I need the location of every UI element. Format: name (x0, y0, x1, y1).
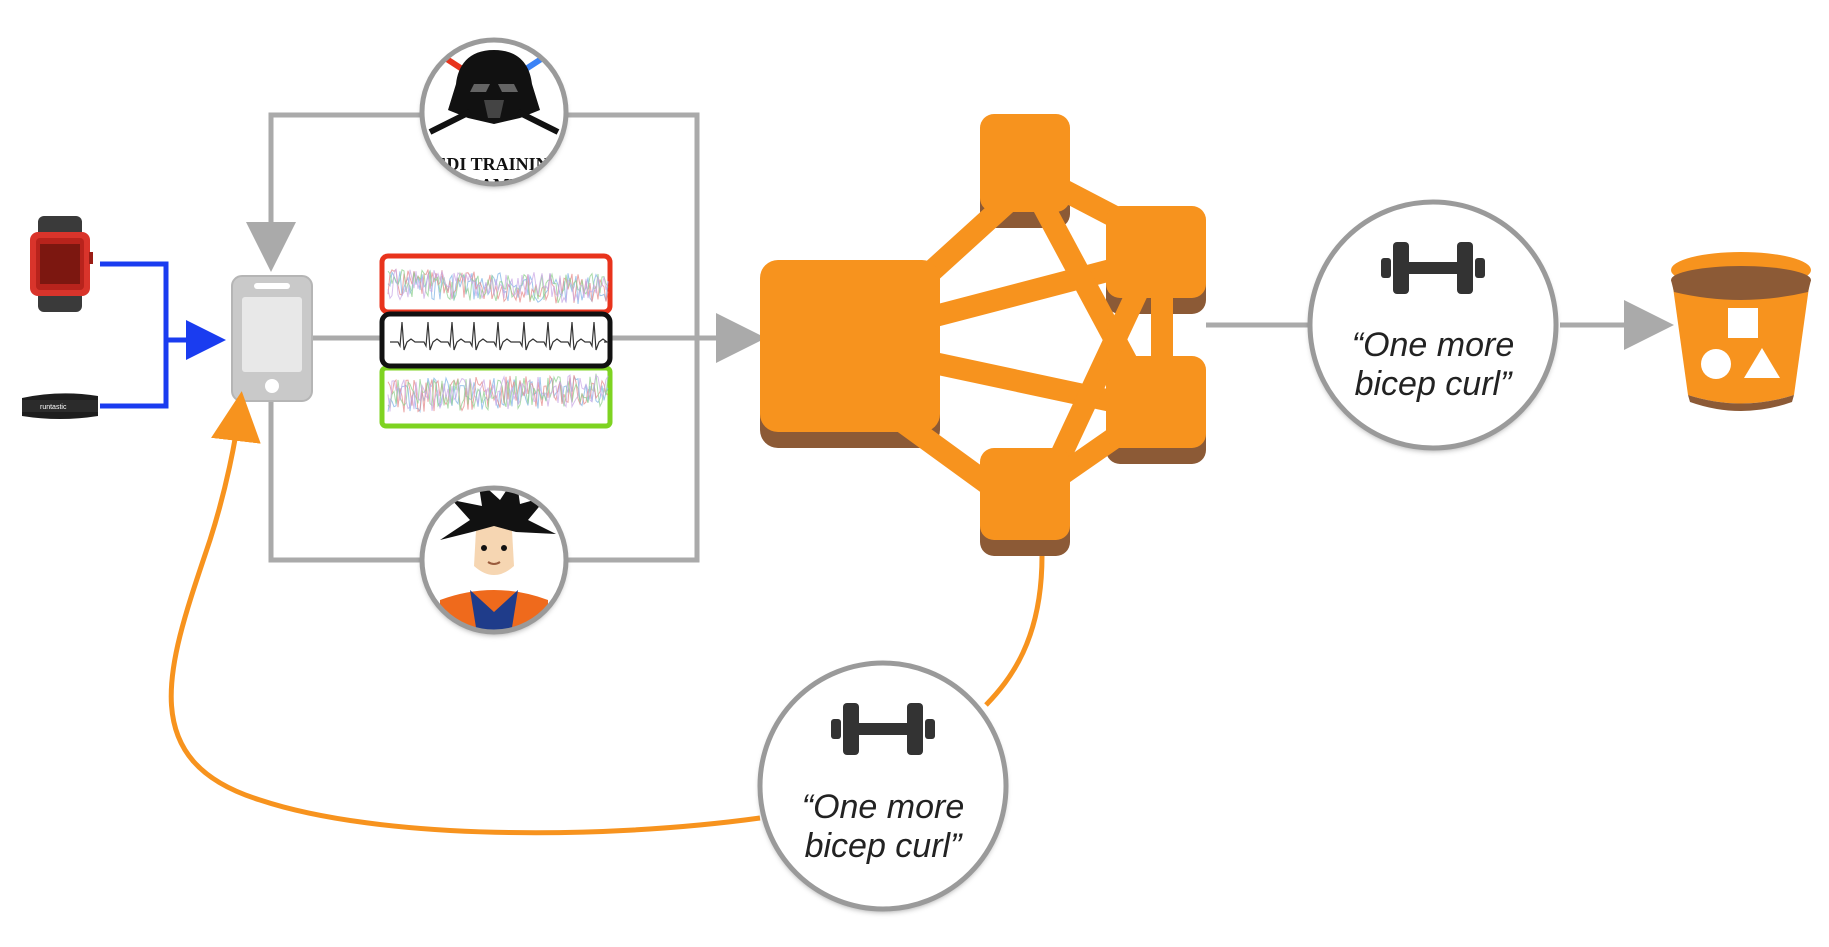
prediction-feedback: “One more bicep curl” (757, 660, 1009, 912)
prediction-feedback-line2: bicep curl” (805, 827, 964, 865)
smartphone-icon (231, 275, 313, 402)
jedi-training-badge: JEDI TRAINING CAMP (419, 37, 569, 187)
smartwatch-icon (30, 216, 93, 312)
strap-brand: runtastic (40, 404, 67, 411)
sensor-input-arrows (100, 261, 226, 409)
neural-network-icon (760, 114, 1206, 556)
heart-rate-strap-icon: runtastic (22, 393, 98, 419)
prediction-main-line2: bicep curl” (1355, 365, 1514, 403)
prediction-main-line1: “One more (1352, 326, 1515, 364)
prediction-main: “One more bicep curl” (1307, 199, 1559, 451)
goku-badge (419, 485, 569, 635)
signal-panels (379, 253, 613, 429)
prediction-feedback-line1: “One more (802, 788, 965, 826)
ml-pipeline-diagram: runtastic JEDI TRAINING CAMP “One more b… (22, 37, 1811, 912)
s3-bucket-icon (1671, 252, 1811, 411)
